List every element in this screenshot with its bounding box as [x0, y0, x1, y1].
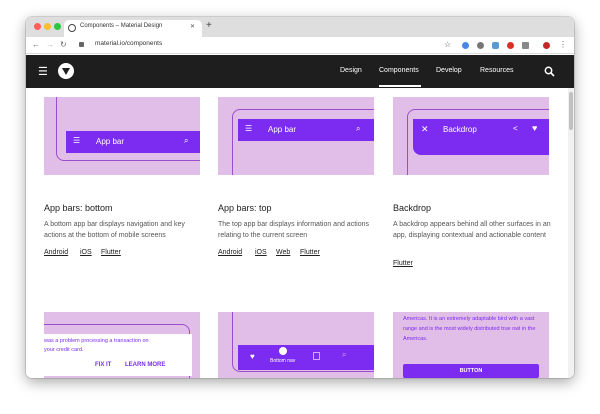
thumb-app-bar: ☰ App bar ⌕	[238, 119, 374, 141]
card-title[interactable]: App bars: top	[218, 203, 272, 213]
thumb-banner: was a problem processing a transaction o…	[44, 334, 192, 376]
page-scrollbar-thumb[interactable]	[569, 92, 573, 130]
card-action-button: BUTTON	[403, 364, 539, 378]
menu-icon[interactable]: ☰	[38, 65, 48, 78]
material-logo-icon	[62, 68, 70, 75]
nav-design[interactable]: Design	[340, 67, 362, 74]
browser-titlebar: Components – Material Design ✕ +	[26, 17, 574, 37]
thumb-front-layer	[433, 155, 549, 169]
extension-2-icon[interactable]	[477, 42, 484, 49]
card-thumbnail-top-app-bar[interactable]: ☰ App bar ⌕	[218, 97, 374, 175]
thumb-search-icon: ⌕	[184, 136, 189, 145]
page-scrollbar[interactable]	[568, 88, 574, 378]
banner-fix-it-button: FIX IT	[95, 362, 112, 368]
browser-toolbar: ← → ↻ material.io/components ☆ ⋮	[26, 37, 574, 54]
link-web[interactable]: Web	[276, 249, 290, 256]
card-thumbnail-backdrop[interactable]: ✕ Backdrop < ♥	[393, 97, 549, 175]
thumb-title: Backdrop	[443, 125, 477, 134]
thumb-heart-icon: ♥	[250, 352, 255, 361]
reload-icon[interactable]: ↻	[60, 40, 67, 49]
lock-icon	[79, 42, 84, 47]
thumb-bottom-nav: ♥ Bottom nav ⌕	[238, 345, 374, 370]
card-body-text: The great horned owl is a large owl nati…	[403, 316, 536, 342]
tab-title: Components – Material Design	[80, 23, 163, 29]
new-tab-button[interactable]: +	[206, 20, 212, 31]
card-title[interactable]: Backdrop	[393, 203, 431, 213]
profile-avatar[interactable]	[543, 42, 550, 49]
thumb-title: App bar	[268, 125, 297, 134]
link-flutter[interactable]: Flutter	[101, 249, 121, 256]
thumb-app-bar: ☰ App bar ⌕	[66, 131, 200, 153]
more-menu-icon[interactable]: ⋮	[559, 40, 567, 49]
maximize-window-button[interactable]	[54, 23, 61, 30]
close-window-button[interactable]	[34, 23, 41, 30]
thumb-backdrop: ✕ Backdrop < ♥	[413, 119, 549, 155]
thumb-share-icon: <	[513, 124, 518, 133]
extension-4-icon[interactable]	[507, 42, 514, 49]
thumb-heart-icon: ♥	[532, 123, 538, 133]
forward-arrow-icon[interactable]: →	[46, 40, 54, 49]
card-thumbnail-bottom-navigation[interactable]: ♥ Bottom nav ⌕	[218, 312, 374, 378]
link-flutter[interactable]: Flutter	[393, 260, 413, 267]
card-description: The top app bar displays information and…	[218, 221, 369, 239]
extension-5-icon[interactable]	[522, 42, 529, 49]
card-title[interactable]: App bars: bottom	[44, 203, 113, 213]
extension-1-icon[interactable]	[462, 42, 469, 49]
minimize-window-button[interactable]	[44, 23, 51, 30]
thumb-search-icon: ⌕	[356, 124, 361, 133]
bottom-nav-label: Bottom nav	[270, 358, 296, 364]
bookmark-star-icon[interactable]: ☆	[444, 40, 451, 49]
tab-close-icon[interactable]: ✕	[190, 23, 195, 30]
card-description: A bottom app bar displays navigation and…	[44, 221, 185, 239]
browser-window: Components – Material Design ✕ + ← → ↻ m…	[26, 17, 574, 378]
card-thumbnail-banner[interactable]: was a problem processing a transaction o…	[44, 312, 200, 378]
banner-text-line2: your credit card.	[44, 347, 84, 353]
thumb-close-icon: ✕	[421, 124, 429, 134]
address-bar[interactable]: material.io/components	[95, 40, 162, 47]
link-android[interactable]: Android	[44, 249, 68, 256]
link-ios[interactable]: iOS	[80, 249, 92, 256]
card-thumbnail-cards[interactable]: The great horned owl is a large owl nati…	[393, 312, 549, 378]
link-flutter[interactable]: Flutter	[300, 249, 320, 256]
thumb-account-icon	[279, 347, 287, 355]
site-header: ☰ Design Components Develop Resources	[26, 55, 574, 88]
card-thumbnail-bottom-app-bar[interactable]: ☰ App bar ⌕	[44, 97, 200, 175]
nav-active-indicator	[379, 85, 421, 87]
banner-learn-more-button: LEARN MORE	[125, 362, 166, 368]
nav-resources[interactable]: Resources	[480, 67, 513, 74]
browser-tab[interactable]: Components – Material Design ✕	[64, 20, 202, 37]
extension-3-icon[interactable]	[492, 42, 499, 49]
thumb-title: App bar	[96, 137, 125, 146]
banner-text-line1: was a problem processing a transaction o…	[44, 338, 149, 344]
thumb-menu-icon: ☰	[73, 136, 81, 145]
nav-develop[interactable]: Develop	[436, 67, 462, 74]
search-icon[interactable]	[544, 66, 555, 77]
link-android[interactable]: Android	[218, 249, 242, 256]
thumb-menu-icon: ☰	[245, 124, 253, 133]
back-arrow-icon[interactable]: ←	[32, 40, 40, 49]
components-grid: ☰ App bar ⌕ App bars: bottom A bottom ap…	[26, 88, 574, 378]
thumb-calendar-icon	[313, 352, 320, 360]
material-favicon-icon	[68, 24, 76, 32]
material-logo[interactable]	[58, 63, 74, 79]
thumb-search-icon: ⌕	[342, 350, 347, 359]
card-description: A backdrop appears behind all other surf…	[393, 221, 551, 239]
link-ios[interactable]: iOS	[255, 249, 267, 256]
nav-components[interactable]: Components	[379, 67, 419, 74]
